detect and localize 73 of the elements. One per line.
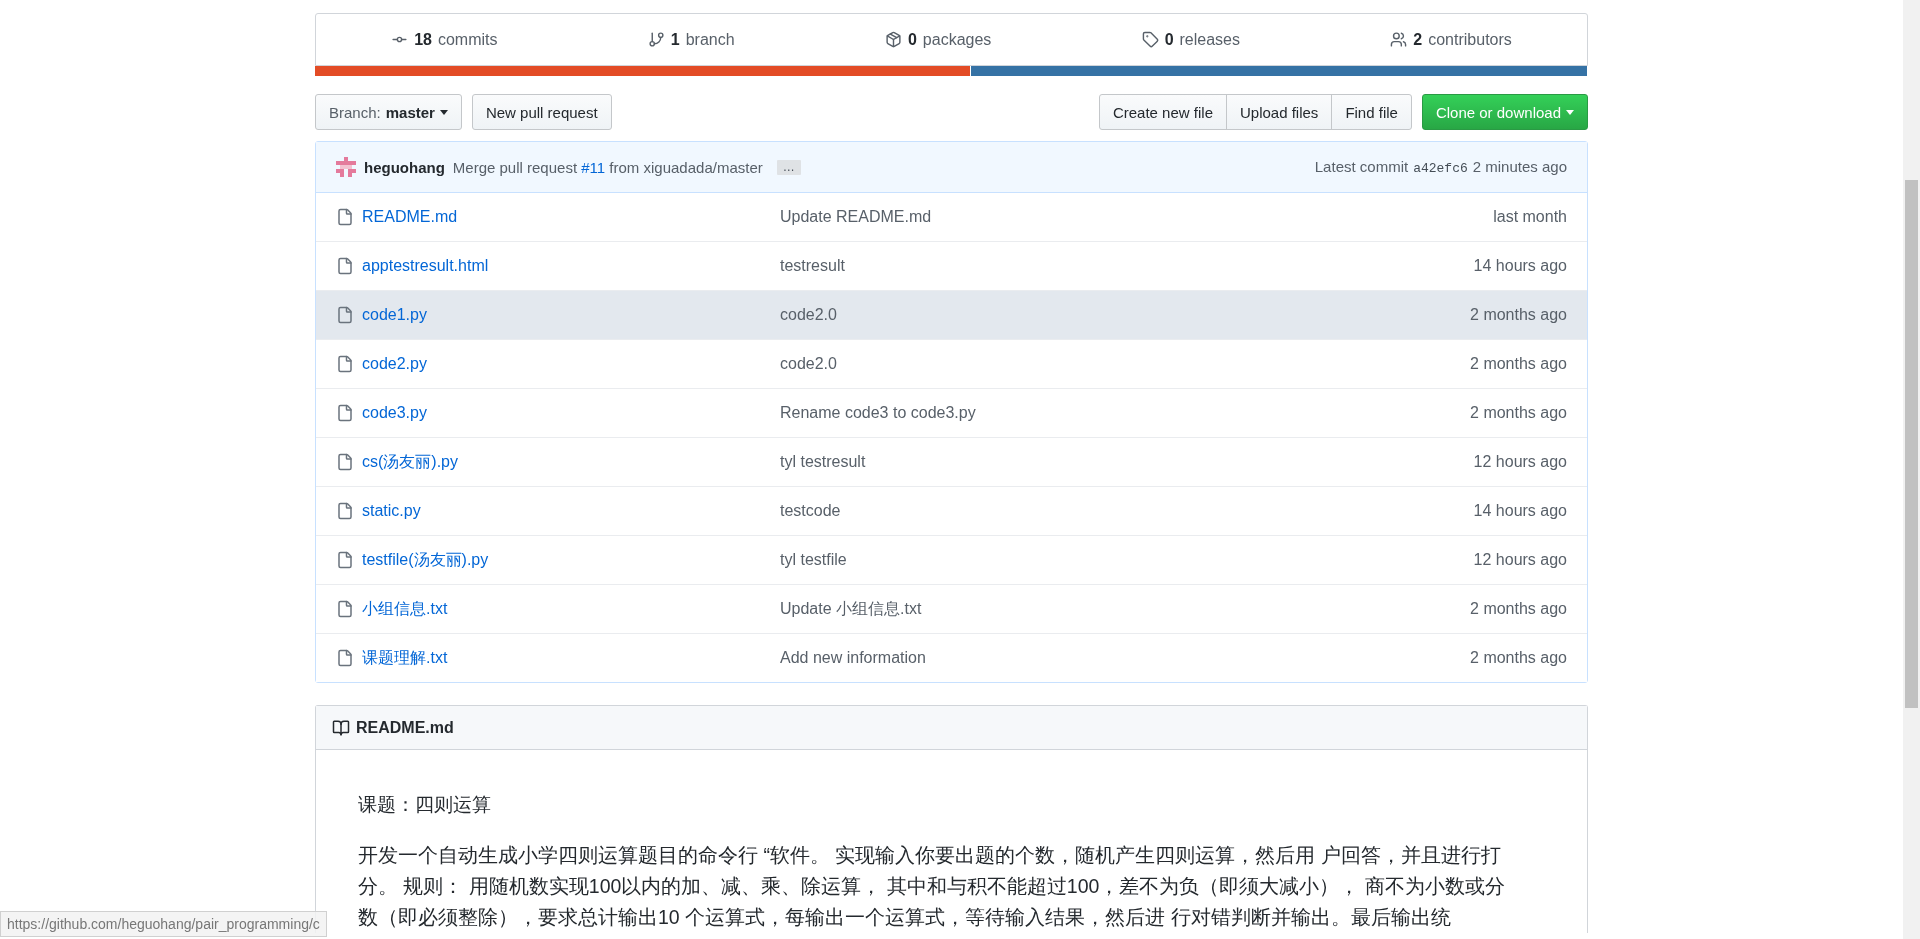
summary-link[interactable]: 0 releases bbox=[1141, 30, 1240, 49]
readme-paragraph: 开发一个自动生成小学四则运算题目的命令行 “软件。 实现输入你要出题的个数，随机产生四则运算，然后用 户回答，并且进行打分。 规则： 用随机数实现100以内的加、减、乘、除运算， 其中和与积不能超过100，差不为负（即须大减小）， 商不为小数或分数（即必须整除），要求总计输出10 个运算式，每输出一个运算式，等待输入结果，然后进 行对错判断并输出。最后输出统 bbox=[358, 843, 1506, 930]
summary-link[interactable]: 2 contributors bbox=[1390, 30, 1512, 49]
commit-message: Merge pull request #11 from xiguadada/master bbox=[452, 158, 763, 176]
file-row[interactable]: code1.py code2.0 2 months ago bbox=[316, 290, 1587, 339]
summary-link[interactable]: 1 branch bbox=[647, 30, 735, 49]
file-link[interactable]: 课题理解.txt bbox=[362, 647, 448, 669]
summary-link[interactable]: 18 commits bbox=[391, 30, 498, 49]
tag-icon bbox=[1141, 31, 1159, 48]
scrollbar-thumb[interactable] bbox=[1905, 180, 1918, 708]
branch-select[interactable]: Branch: master bbox=[315, 94, 462, 130]
commit-message: Add new information bbox=[780, 649, 927, 667]
commit-message: testresult bbox=[780, 257, 846, 275]
caret-icon bbox=[1566, 109, 1574, 115]
commit-message: Update 小组信息.txt bbox=[780, 598, 923, 619]
commit-message: Update README.md bbox=[780, 208, 933, 226]
file-action-button[interactable]: Upload files bbox=[1226, 94, 1333, 130]
file-link[interactable]: static.py bbox=[362, 502, 421, 520]
branch-icon bbox=[647, 31, 665, 48]
readme-heading: 课题：四则运算 bbox=[358, 793, 492, 817]
scrollbar[interactable] bbox=[1903, 0, 1920, 939]
file-link[interactable]: code1.py bbox=[362, 306, 427, 324]
file-link[interactable]: code3.py bbox=[362, 404, 427, 422]
package-icon bbox=[884, 31, 902, 48]
readme-title: README.md bbox=[356, 718, 454, 737]
file-link[interactable]: 小组信息.txt bbox=[362, 598, 448, 620]
new-pull-request-button[interactable]: New pull request bbox=[471, 94, 612, 130]
commit-age: 2 months ago bbox=[1470, 306, 1567, 324]
file-icon bbox=[336, 404, 354, 422]
commit-message: tyl testfile bbox=[780, 551, 848, 569]
file-icon bbox=[336, 649, 354, 667]
caret-icon bbox=[439, 109, 448, 115]
commit-age: 2 months ago bbox=[1470, 649, 1567, 667]
status-url: https://github.com/heguohang/pair_programming/c bbox=[0, 911, 327, 937]
commit-age: 14 hours ago bbox=[1473, 502, 1567, 520]
summary-link[interactable]: 0 packages bbox=[884, 30, 992, 49]
commit-message: testcode bbox=[780, 502, 842, 520]
commit-age: 2 months ago bbox=[1470, 355, 1567, 373]
file-action-button[interactable]: Create new file bbox=[1098, 94, 1227, 130]
file-icon bbox=[336, 453, 354, 471]
file-icon bbox=[336, 355, 354, 373]
commit-sha[interactable]: a42efc6 bbox=[1413, 161, 1468, 176]
file-icon bbox=[336, 208, 354, 226]
commit-age: 12 hours ago bbox=[1473, 551, 1567, 569]
file-icon bbox=[336, 257, 354, 275]
commit-age: last month bbox=[1493, 208, 1567, 226]
commit-message: code2.0 bbox=[780, 355, 838, 373]
avatar-icon bbox=[336, 157, 356, 177]
commit-age: 14 hours ago bbox=[1473, 257, 1567, 275]
commit-time: 2 minutes ago bbox=[1472, 158, 1567, 175]
latest-commit-label: Latest commit bbox=[1314, 158, 1409, 175]
file-icon bbox=[336, 502, 354, 520]
file-icon bbox=[336, 600, 354, 618]
people-icon bbox=[1390, 31, 1408, 48]
pull-request-link[interactable]: #11 bbox=[581, 158, 606, 176]
file-icon bbox=[336, 551, 354, 569]
file-icon bbox=[336, 306, 354, 324]
commit-message: code2.0 bbox=[780, 306, 838, 324]
commit-message: tyl testresult bbox=[780, 453, 867, 471]
commit-age: 2 months ago bbox=[1470, 600, 1567, 618]
book-icon bbox=[332, 718, 350, 737]
file-link[interactable]: README.md bbox=[362, 208, 458, 226]
commit-author: heguohang bbox=[364, 158, 445, 176]
commit-message: Rename code3 to code3.py bbox=[780, 404, 977, 422]
file-link[interactable]: code2.py bbox=[362, 355, 427, 373]
file-link[interactable]: apptestresult.html bbox=[362, 257, 489, 275]
file-link[interactable]: cs(汤友丽).py bbox=[362, 451, 458, 473]
commit-age: 12 hours ago bbox=[1473, 453, 1567, 471]
expand-button[interactable]: … bbox=[776, 159, 801, 175]
file-link[interactable]: testfile(汤友丽).py bbox=[362, 549, 489, 571]
commit-age: 2 months ago bbox=[1470, 404, 1567, 422]
file-action-button[interactable]: Find file bbox=[1331, 94, 1412, 130]
file-row[interactable]: 课题理解.txt Add new information 2 months ago bbox=[316, 633, 1587, 682]
